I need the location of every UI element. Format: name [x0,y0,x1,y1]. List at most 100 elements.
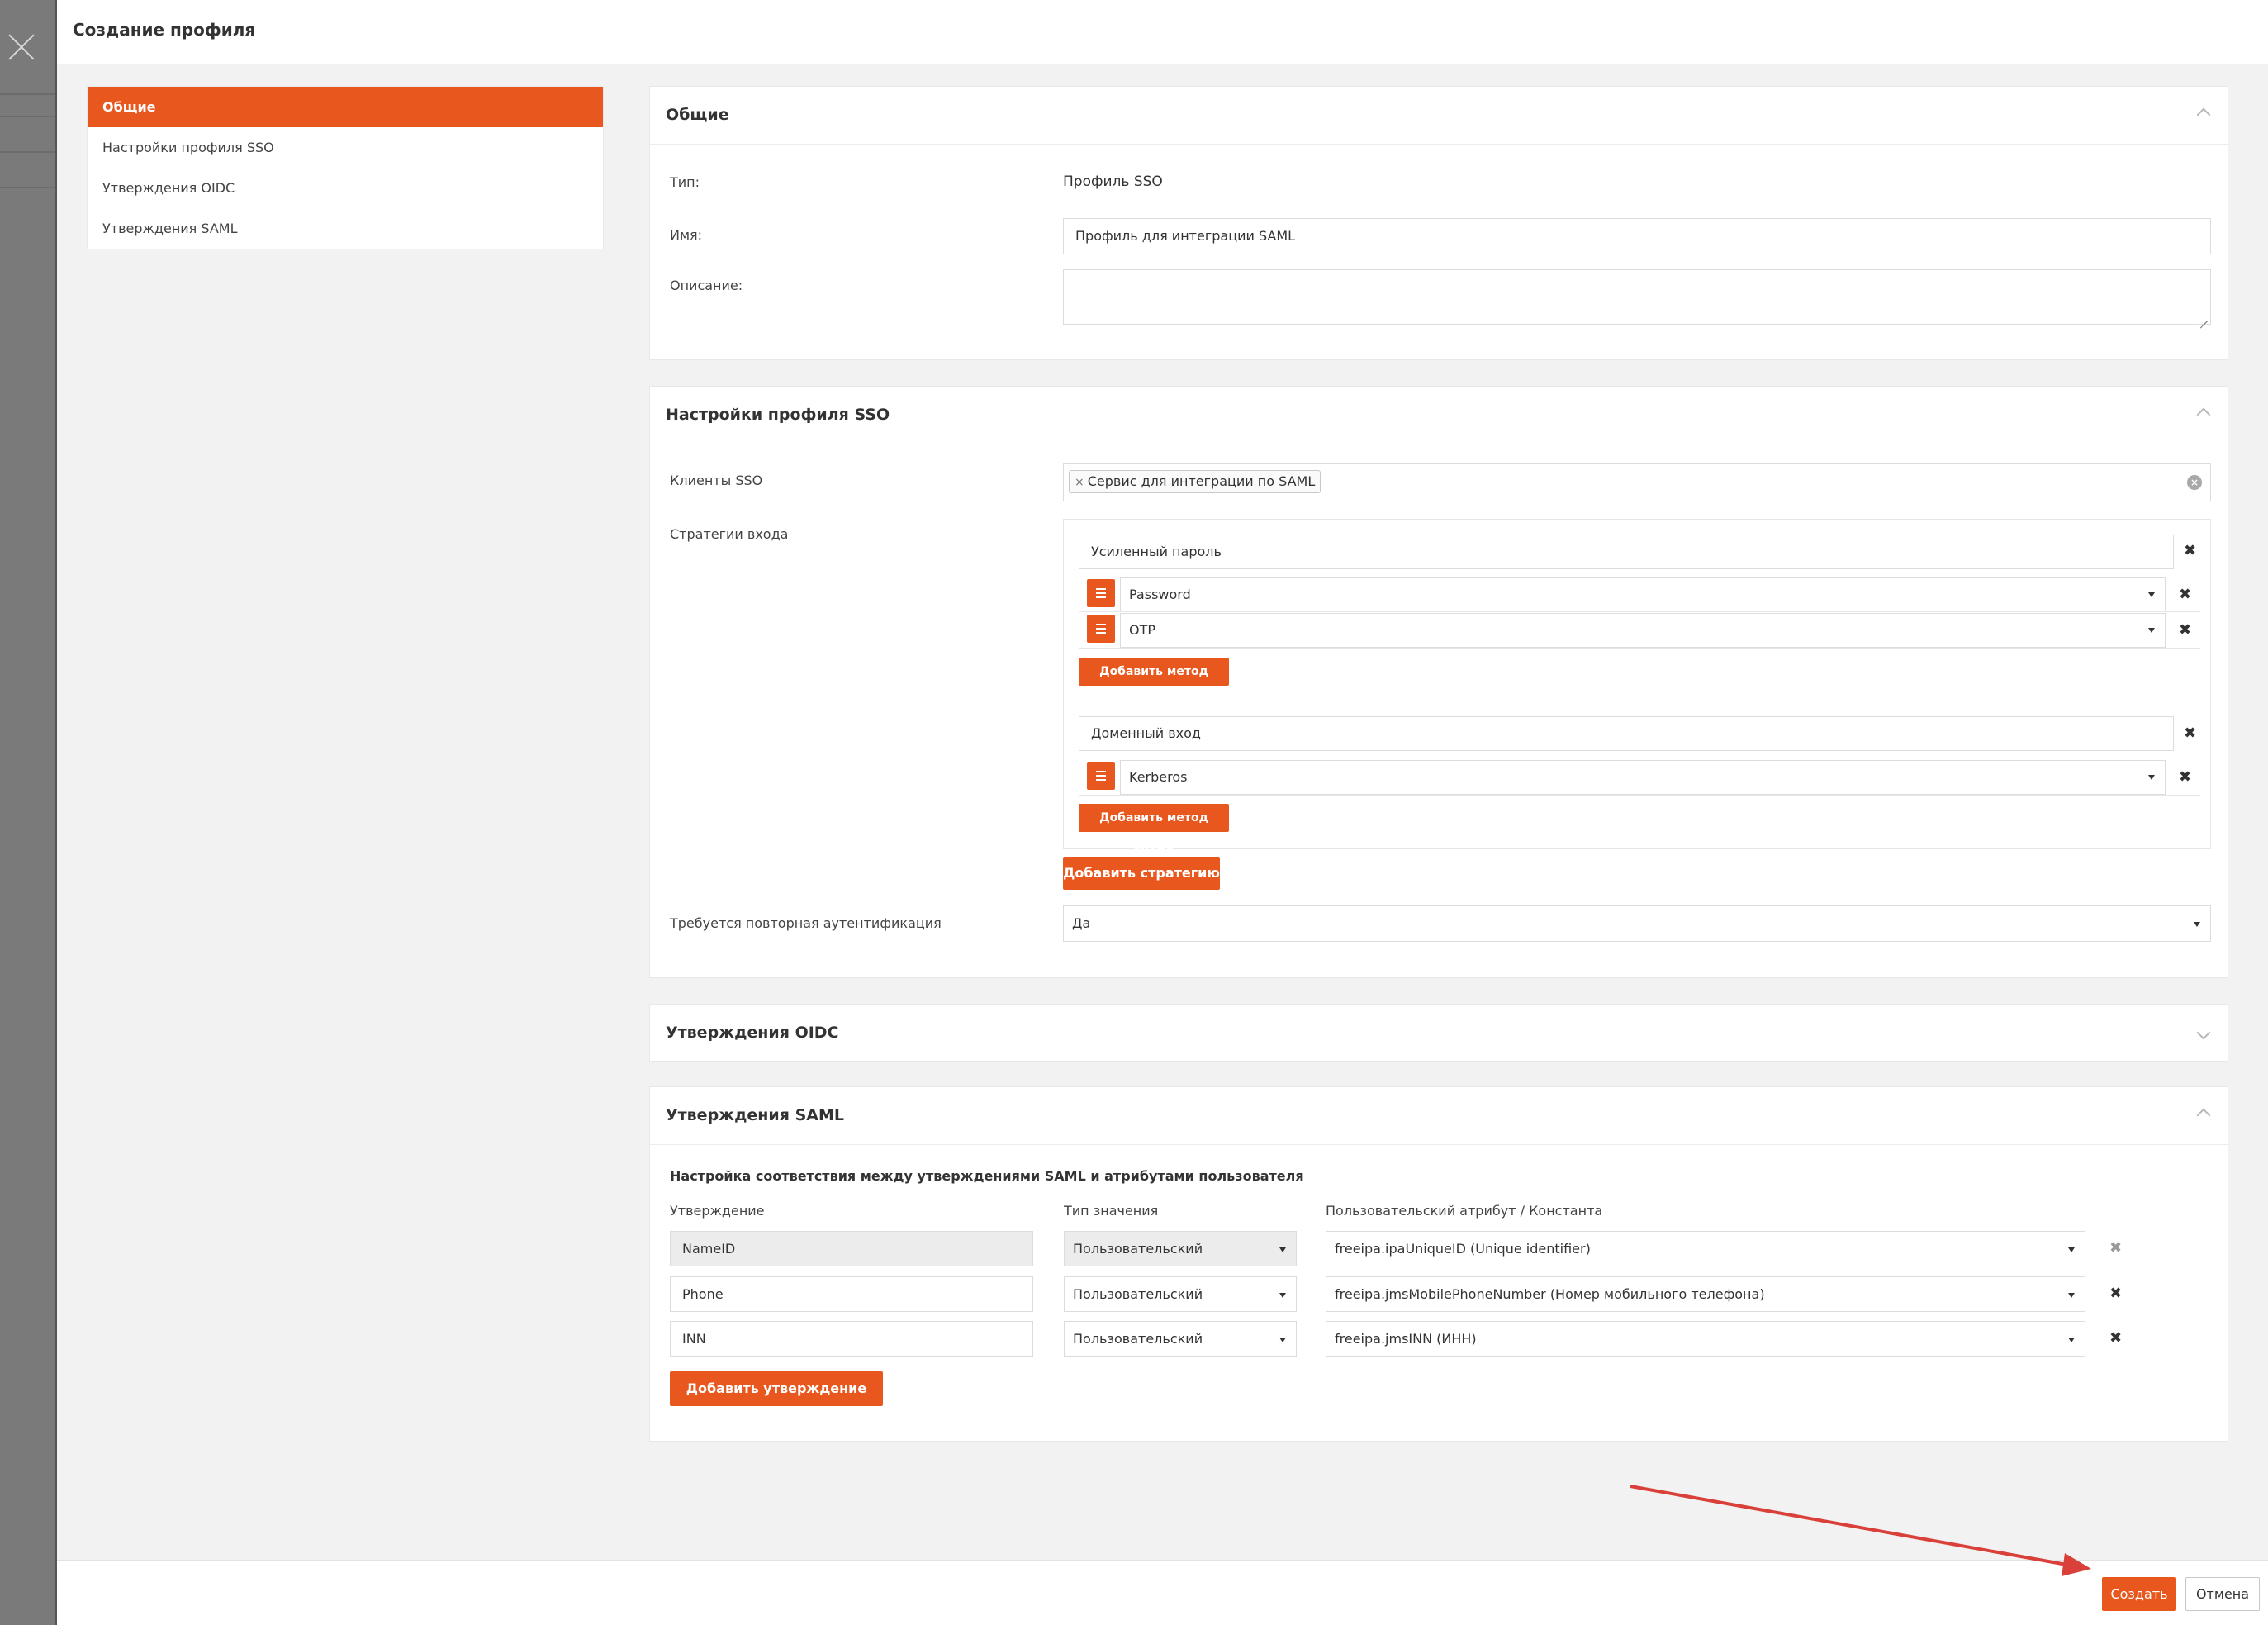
select-value: freeipa.jmsINN (ИНН) [1335,1331,1477,1347]
panel-title: Общие [666,106,729,124]
drag-handle-icon[interactable] [1087,615,1115,643]
column-header-value-type: Тип значения [1064,1203,1159,1219]
remove-method-icon[interactable]: ✖ [2179,769,2191,786]
chevron-up-icon[interactable] [2196,1105,2211,1120]
attribute-select[interactable]: freeipa.jmsINN (ИНН) [1326,1321,2085,1357]
remove-strategy-icon[interactable]: ✖ [2184,543,2196,559]
panel-title: Утверждения OIDC [666,1024,839,1042]
description-label: Описание: [670,278,743,293]
reauth-label: Требуется повторная аутентификация [670,915,942,931]
panel-general-header[interactable]: Общие [650,87,2228,145]
dialog-title: Создание профиля [73,20,256,40]
caret-down-icon [2068,1247,2075,1252]
select-value: Да [1072,915,1091,931]
claim-input[interactable]: Phone [670,1276,1033,1312]
login-method-select[interactable]: OTP [1120,613,2166,648]
divider [0,116,55,117]
section-nav: Общие Настройки профиля SSO Утверждения … [87,86,604,249]
column-header-claim: Утверждение [670,1203,765,1219]
caret-down-icon [1279,1247,1286,1252]
chevron-down-icon[interactable] [2196,1028,2211,1043]
select-value: Password [1129,587,1191,602]
panel-title: Утверждения SAML [666,1106,844,1124]
value-type-select[interactable]: Пользовательский [1064,1231,1297,1266]
drag-handle-icon[interactable] [1087,762,1115,790]
attribute-select[interactable]: freeipa.jmsMobilePhoneNumber (Номер моби… [1326,1276,2085,1312]
divider [1079,611,2200,612]
value-type-select[interactable]: Пользовательский [1064,1276,1297,1312]
panel-oidc-header[interactable]: Утверждения OIDC [650,1005,2228,1062]
select-value: Пользовательский [1073,1241,1203,1257]
remove-method-icon[interactable]: ✖ [2179,622,2191,639]
value-type-select[interactable]: Пользовательский [1064,1321,1297,1357]
login-method-select[interactable]: Kerberos [1120,760,2166,795]
divider [1079,648,2200,649]
strategies-label: Стратегии входа [670,526,789,542]
remove-claim-icon[interactable]: ✖ [2109,1285,2122,1302]
select-value: Пользовательский [1073,1286,1203,1302]
nav-item-oidc-claims[interactable]: Утверждения OIDC [88,168,603,208]
remove-strategy-icon[interactable]: ✖ [2184,725,2196,742]
type-value: Профиль SSO [1063,173,1163,190]
create-button[interactable]: Создать [2102,1577,2176,1611]
column-header-attribute: Пользовательский атрибут / Константа [1326,1203,1603,1219]
resize-handle-icon[interactable] [2199,313,2208,321]
caret-down-icon [2068,1338,2075,1342]
panel-title: Настройки профиля SSO [666,406,890,424]
caret-down-icon [2148,592,2155,597]
remove-tag-icon[interactable]: × [1075,476,1084,489]
select-value: Kerberos [1129,769,1188,785]
chevron-up-icon[interactable] [2196,105,2211,120]
panel-general: Общие Тип: Профиль SSO Имя: Профиль для … [649,86,2228,360]
panel-oidc-claims: Утверждения OIDC [649,1004,2228,1062]
nav-item-saml-claims[interactable]: Утверждения SAML [88,208,603,249]
add-login-method-button[interactable]: Добавить метод входа [1079,658,1229,706]
cancel-button[interactable]: Отмена [2185,1577,2260,1611]
panel-sso-header[interactable]: Настройки профиля SSO [650,387,2228,444]
caret-down-icon [1279,1293,1286,1298]
strategy-name-input[interactable]: Усиленный пароль [1079,535,2174,569]
nav-item-general[interactable]: Общие [88,87,603,127]
remove-claim-icon[interactable]: ✖ [2109,1330,2122,1347]
remove-claim-icon: ✖ [2109,1239,2123,1257]
panel-saml-header[interactable]: Утверждения SAML [650,1087,2228,1145]
dialog-header: Создание профиля [57,0,2268,64]
name-label: Имя: [670,227,703,243]
select-value: freeipa.ipaUniqueID (Unique identifier) [1335,1241,1591,1257]
divider [0,93,55,95]
divider [0,151,55,153]
strategy-name-input[interactable]: Доменный вход [1079,716,2174,751]
reauth-select[interactable]: Да [1063,905,2211,942]
sso-client-tag: × Сервис для интеграции по SAML [1069,470,1321,493]
drag-handle-icon[interactable] [1087,579,1115,607]
remove-method-icon[interactable]: ✖ [2179,587,2191,603]
caret-down-icon [2194,922,2200,927]
clear-icon[interactable]: × [2187,475,2202,490]
caret-down-icon [1279,1338,1286,1342]
create-profile-dialog: Создание профиля Общие Настройки профиля… [55,0,2268,1625]
nav-item-sso-settings[interactable]: Настройки профиля SSO [88,127,603,168]
caret-down-icon [2148,628,2155,633]
type-label: Тип: [670,174,700,190]
panel-sso-settings: Настройки профиля SSO Клиенты SSO × Серви… [649,386,2228,978]
divider [0,187,55,188]
add-saml-claim-button[interactable]: Добавить утверждение SAML [670,1371,883,1431]
login-method-select[interactable]: Password [1120,577,2166,612]
claim-input[interactable]: INN [670,1321,1033,1357]
sso-clients-label: Клиенты SSO [670,473,763,488]
caret-down-icon [2148,775,2155,780]
divider [1079,795,2200,796]
caret-down-icon [2068,1293,2075,1298]
claim-input[interactable]: NameID [670,1231,1033,1266]
close-icon[interactable] [7,33,36,61]
dialog-footer: Создать Отмена [57,1560,2268,1625]
tag-label: Сервис для интеграции по SAML [1087,473,1316,489]
add-login-method-button[interactable]: Добавить метод входа [1079,804,1229,853]
description-textarea[interactable] [1063,269,2211,325]
sso-clients-multiselect[interactable]: × Сервис для интеграции по SAML × [1063,463,2211,501]
strategies-list: Усиленный пароль ✖ Password ✖ OTP ✖ Доба… [1063,519,2212,853]
name-input[interactable]: Профиль для интеграции SAML [1063,218,2211,254]
add-strategy-button[interactable]: Добавить стратегию [1063,857,1220,890]
attribute-select[interactable]: freeipa.ipaUniqueID (Unique identifier) [1326,1231,2085,1266]
chevron-up-icon[interactable] [2196,405,2211,420]
